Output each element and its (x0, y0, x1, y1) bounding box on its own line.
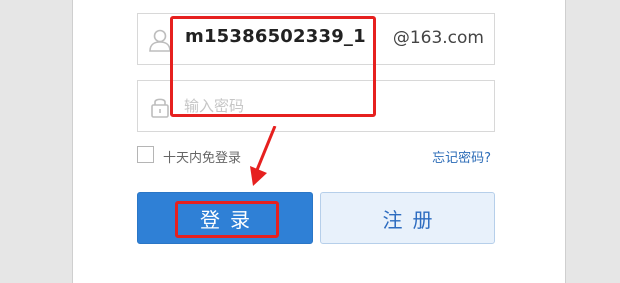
lock-icon (147, 94, 173, 120)
domain-suffix: @163.com (392, 28, 484, 48)
register-button[interactable]: 注册 (320, 192, 495, 244)
remember-checkbox[interactable] (137, 146, 154, 163)
forgot-password-link[interactable]: 忘记密码? (432, 147, 491, 166)
login-button[interactable]: 登录 (137, 192, 313, 244)
username-field[interactable]: m15386502339_1 @163.com (137, 13, 495, 65)
username-value: m15386502339_1 (185, 26, 366, 47)
password-field[interactable] (137, 80, 495, 132)
user-icon (147, 27, 173, 53)
remember-label: 十天内免登录 (163, 151, 242, 166)
remember-row: 十天内免登录 忘记密码? (137, 145, 495, 167)
password-input[interactable] (184, 93, 484, 119)
